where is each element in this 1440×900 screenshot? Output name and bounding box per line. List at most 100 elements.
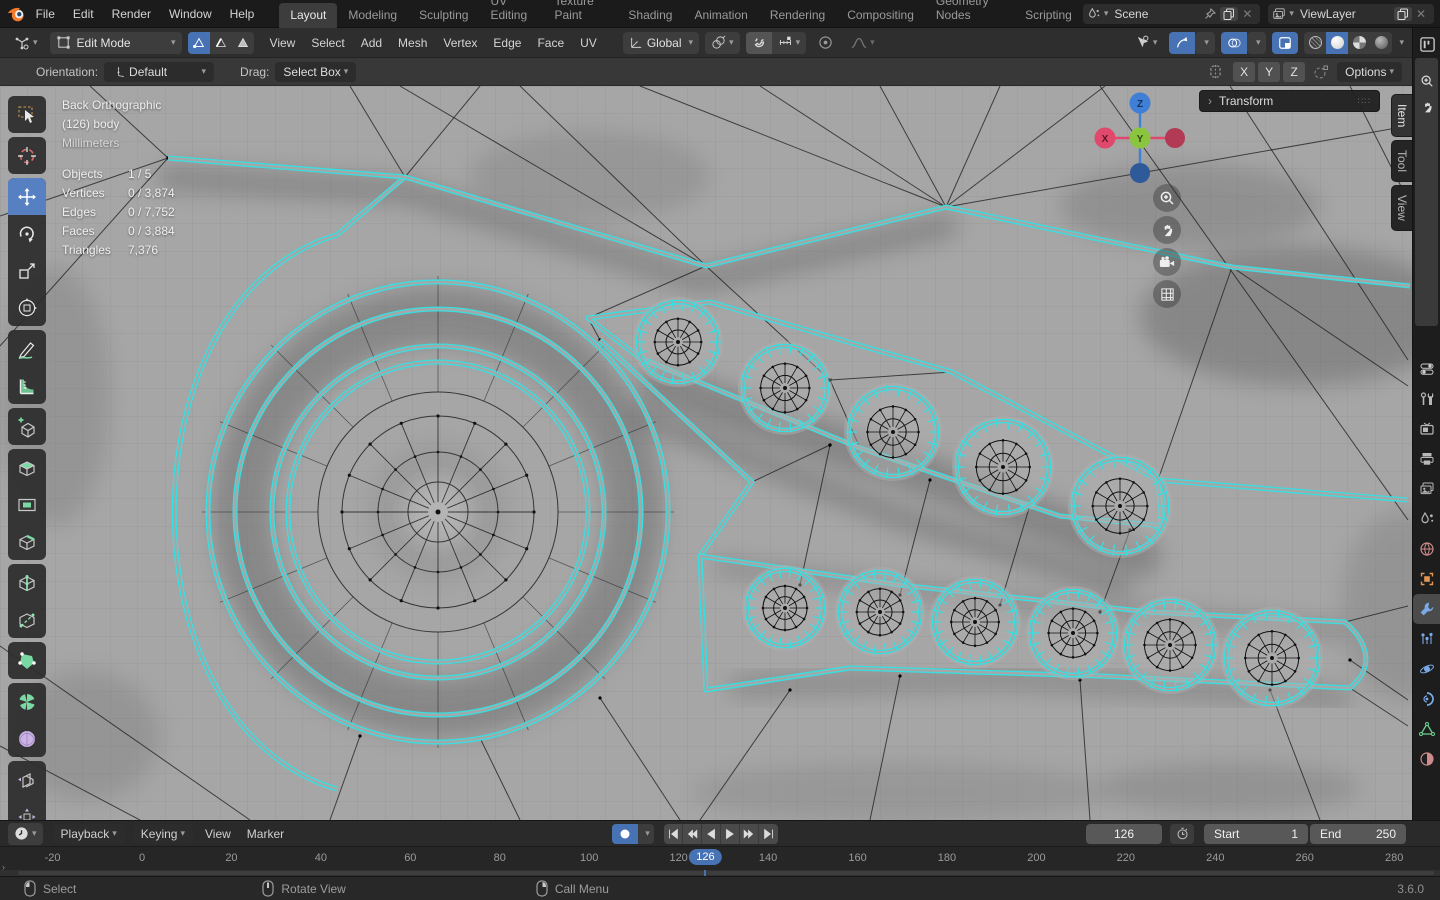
workspace-tab-texture-paint[interactable]: Texture Paint <box>543 0 617 28</box>
viewport-menu-mesh[interactable]: Mesh <box>390 31 435 55</box>
toggle-perspective-button[interactable] <box>1153 280 1181 308</box>
sidebar-tab-tool[interactable]: Tool <box>1391 140 1412 183</box>
play-button[interactable] <box>721 823 740 844</box>
tool-rotate[interactable] <box>8 215 46 252</box>
pan-view-button[interactable] <box>1153 216 1181 244</box>
tool-edge-slide[interactable] <box>8 761 46 798</box>
viewport-3d[interactable]: Back Orthographic (126) body Millimeters… <box>0 86 1412 820</box>
gizmo-x-neg-axis[interactable] <box>1165 128 1185 148</box>
properties-tab-material[interactable] <box>1413 744 1440 774</box>
properties-tab-world[interactable] <box>1413 534 1440 564</box>
properties-tab-output[interactable] <box>1413 444 1440 474</box>
unlink-scene-button[interactable]: ✕ <box>1238 7 1256 21</box>
viewport-menu-edge[interactable]: Edge <box>485 31 529 55</box>
properties-tab-object-data[interactable] <box>1413 714 1440 744</box>
play-reverse-button[interactable] <box>702 823 721 844</box>
tool-shrink-fatten[interactable] <box>8 798 46 820</box>
pivot-point-dropdown[interactable]: ▾ <box>705 31 740 54</box>
workspace-tab-layout[interactable]: Layout <box>279 2 338 28</box>
snap-settings-dropdown[interactable]: ▾ <box>771 31 807 54</box>
viewport-menu-view[interactable]: View <box>262 31 304 55</box>
panel-drag-grip[interactable]: ∷∷ <box>1358 96 1371 107</box>
auto-keying-toggle[interactable] <box>612 823 638 844</box>
viewport-menu-select[interactable]: Select <box>303 31 352 55</box>
properties-tab-scene[interactable] <box>1413 504 1440 534</box>
timeline-scrollbar[interactable] <box>18 871 1434 875</box>
gizmo-z-neg-axis[interactable] <box>1130 163 1150 183</box>
new-scene-button[interactable] <box>1220 6 1239 21</box>
shading-dropdown[interactable]: ▾ <box>1399 37 1404 48</box>
workspace-tab-animation[interactable]: Animation <box>683 3 758 28</box>
previous-keyframe-button[interactable] <box>683 823 702 844</box>
xray-toggle[interactable] <box>1272 31 1299 54</box>
workspace-tab-compositing[interactable]: Compositing <box>836 3 925 28</box>
scene-name[interactable]: Scene <box>1108 7 1204 21</box>
face-select-mode[interactable] <box>232 32 254 54</box>
drag-mode-dropdown[interactable]: Select Box ▾ <box>275 61 357 82</box>
timeline-menu-playback[interactable]: Playback ▾ <box>52 823 125 844</box>
current-frame-badge[interactable]: 126 <box>689 849 722 865</box>
tool-select-box[interactable] <box>8 96 46 133</box>
camera-view-button[interactable] <box>1153 248 1181 276</box>
transform-orientation-dropdown[interactable]: Global ▾ <box>622 31 700 54</box>
mirror-z-button[interactable]: Z <box>1283 61 1306 82</box>
properties-editor-type-button[interactable] <box>1416 33 1438 55</box>
show-overlays-toggle[interactable] <box>1220 31 1247 54</box>
timeline-editor-type-button[interactable]: ▾ <box>8 822 43 845</box>
tool-bevel[interactable] <box>8 523 46 560</box>
tool-annotate[interactable] <box>8 330 46 367</box>
tool-knife[interactable] <box>8 601 46 638</box>
keying-dropdown[interactable]: ▾ <box>638 823 654 844</box>
workspace-tab-shading[interactable]: Shading <box>617 3 683 28</box>
transform-panel-header[interactable]: › Transform ∷∷ <box>1199 90 1380 112</box>
timeline-track[interactable]: › <box>0 862 1440 876</box>
viewlayer-name[interactable]: ViewLayer <box>1294 7 1390 21</box>
sidebar-tab-item[interactable]: Item <box>1391 94 1412 138</box>
tool-inset-faces[interactable] <box>8 486 46 523</box>
sidebar-tab-view[interactable]: View <box>1391 185 1412 232</box>
overlays-dropdown[interactable]: ▾ <box>1246 31 1267 54</box>
wireframe-shading-button[interactable] <box>1304 32 1326 54</box>
tool-cursor[interactable] <box>8 137 46 174</box>
jump-to-start-button[interactable] <box>664 823 683 844</box>
jump-to-end-button[interactable] <box>759 823 778 844</box>
mirror-x-button[interactable]: X <box>1233 61 1256 82</box>
viewport-menu-add[interactable]: Add <box>353 31 390 55</box>
workspace-tab-modeling[interactable]: Modeling <box>337 3 408 28</box>
navigation-gizmo[interactable]: Z X Y <box>1092 90 1188 186</box>
frame-start-field[interactable]: Start 1 <box>1204 823 1308 844</box>
workspace-tab-sculpting[interactable]: Sculpting <box>408 3 479 28</box>
tool-smooth[interactable] <box>8 720 46 757</box>
tool-options-dropdown[interactable]: Options ▾ <box>1337 61 1402 82</box>
material-preview-button[interactable] <box>1348 32 1370 54</box>
properties-tab-particles[interactable] <box>1413 624 1440 654</box>
menu-edit[interactable]: Edit <box>64 3 103 25</box>
properties-tab-object-constraints[interactable] <box>1413 684 1440 714</box>
viewlayer-selector[interactable]: ▾ ViewLayer ✕ <box>1268 3 1434 24</box>
timeline-menu-marker[interactable]: Marker <box>239 823 292 845</box>
tool-poly-build[interactable] <box>8 642 46 679</box>
proportional-editing-toggle[interactable] <box>812 32 839 54</box>
menu-window[interactable]: Window <box>160 3 221 25</box>
menu-render[interactable]: Render <box>103 3 160 25</box>
workspace-tab-scripting[interactable]: Scripting <box>1014 3 1083 28</box>
mesh-wireframe[interactable] <box>0 86 1412 820</box>
vertex-select-mode[interactable] <box>187 31 210 54</box>
timeline-menu-view[interactable]: View <box>197 823 239 845</box>
workspace-tab-geometry-nodes[interactable]: Geometry Nodes <box>925 0 1014 28</box>
viewport-menu-vertex[interactable]: Vertex <box>435 31 485 55</box>
timeline-ruler[interactable]: -20 0 20 40 60 80 100 120 140 160 180 200 220 240 260 2… <box>0 846 1440 870</box>
proportional-falloff-dropdown[interactable]: ▾ <box>845 32 881 54</box>
rendered-shading-button[interactable] <box>1370 32 1392 54</box>
tool-extrude-region[interactable] <box>8 449 46 486</box>
properties-tab-tool[interactable] <box>1413 384 1440 414</box>
properties-tab-view-layer[interactable] <box>1413 474 1440 504</box>
remove-viewlayer-button[interactable]: ✕ <box>1412 7 1430 21</box>
tool-loop-cut[interactable] <box>8 564 46 601</box>
snap-toggle[interactable] <box>745 31 772 54</box>
edge-select-mode[interactable] <box>210 32 232 54</box>
tool-orientation-dropdown[interactable]: Default ▾ <box>104 61 215 82</box>
gizmos-dropdown[interactable]: ▾ <box>1195 31 1215 54</box>
zoom-view-button[interactable] <box>1153 184 1181 212</box>
properties-tab-properties-editor[interactable] <box>1413 354 1440 384</box>
